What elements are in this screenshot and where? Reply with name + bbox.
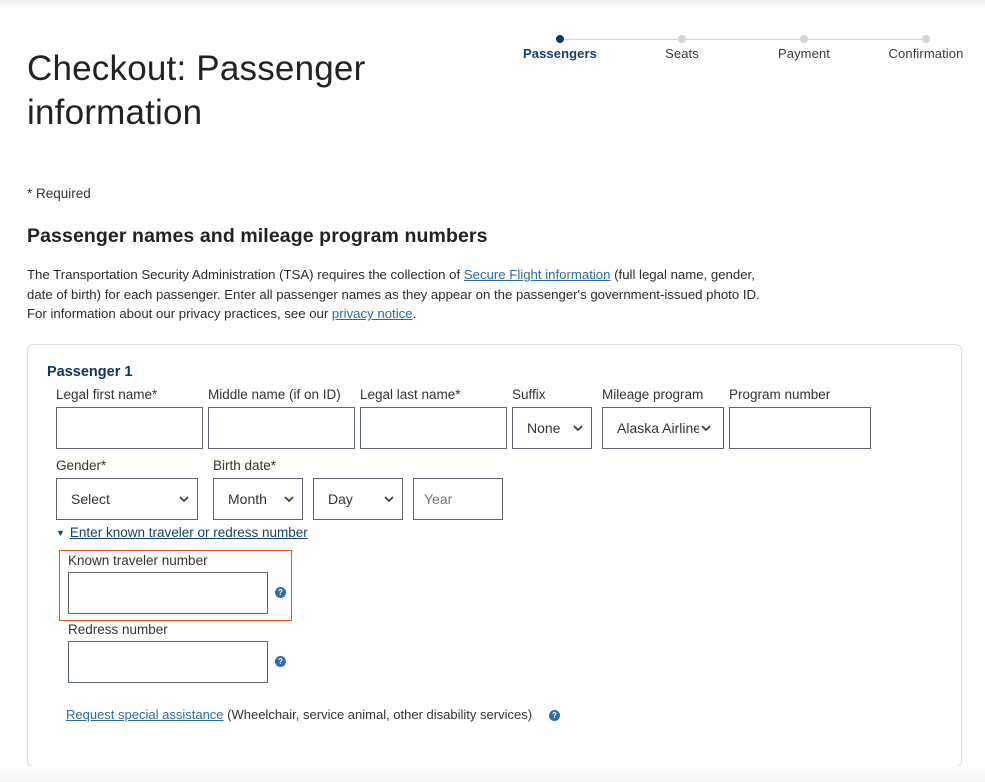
checkout-stepper: Passengers Seats Payment Confirmation xyxy=(515,34,980,64)
gender-selected-value: Select xyxy=(71,491,110,507)
chevron-down-icon xyxy=(282,496,296,502)
program-number-label: Program number xyxy=(729,387,831,402)
birth-day-selected-value: Day xyxy=(328,491,353,507)
special-assistance-row: Request special assistance (Wheelchair, … xyxy=(66,707,532,722)
special-assistance-description: (Wheelchair, service animal, other disab… xyxy=(223,707,533,722)
suffix-selected-value: None xyxy=(527,420,561,436)
passenger-heading: Passenger 1 xyxy=(47,364,133,380)
step-dot-icon xyxy=(678,35,686,43)
birth-month-selected-value: Month xyxy=(228,491,267,507)
step-label: Passengers xyxy=(523,46,597,61)
redress-input[interactable] xyxy=(68,641,268,683)
suffix-label: Suffix xyxy=(512,387,546,402)
step-dot-icon xyxy=(922,35,930,43)
middle-name-input[interactable] xyxy=(208,407,355,449)
birth-date-label: Birth date* xyxy=(213,458,277,473)
birth-day-select[interactable]: Day xyxy=(313,478,403,520)
intro-text: The Transportation Security Administrati… xyxy=(27,267,464,282)
privacy-notice-link[interactable]: privacy notice xyxy=(332,306,413,321)
chevron-down-icon xyxy=(177,496,191,502)
suffix-select[interactable]: None xyxy=(512,407,592,449)
mileage-program-label: Mileage program xyxy=(602,387,704,402)
tsa-intro-paragraph: The Transportation Security Administrati… xyxy=(27,265,777,324)
known-traveler-toggle-label: Enter known traveler or redress number xyxy=(69,525,308,540)
step-label: Payment xyxy=(777,46,830,61)
required-note: * Required xyxy=(27,186,91,201)
birth-year-input[interactable] xyxy=(413,478,503,520)
first-name-input[interactable] xyxy=(56,407,203,449)
step-label: Seats xyxy=(665,46,699,61)
known-traveler-label: Known traveler number xyxy=(68,553,208,568)
step-payment[interactable]: Payment xyxy=(749,34,859,61)
first-name-label: Legal first name* xyxy=(56,387,158,402)
mileage-program-select[interactable]: Alaska Airlines xyxy=(602,407,724,449)
page-title: Checkout: Passenger information xyxy=(27,49,366,132)
gender-label: Gender* xyxy=(56,458,107,473)
bottom-shadow xyxy=(0,766,985,782)
triangle-down-icon: ▼ xyxy=(56,528,65,538)
intro-text: . xyxy=(412,306,417,321)
birth-month-select[interactable]: Month xyxy=(213,478,303,520)
last-name-input[interactable] xyxy=(360,407,507,449)
step-seats[interactable]: Seats xyxy=(627,34,737,61)
step-label: Confirmation xyxy=(888,46,964,61)
section-title: Passenger names and mileage program numb… xyxy=(27,225,488,247)
mileage-program-selected-value: Alaska Airlines xyxy=(617,420,699,436)
known-traveler-help-icon[interactable]: ? xyxy=(275,587,286,598)
chevron-down-icon xyxy=(699,425,713,431)
program-number-input[interactable] xyxy=(729,407,871,449)
chevron-down-icon xyxy=(571,425,585,431)
gender-select[interactable]: Select xyxy=(56,478,198,520)
step-confirmation[interactable]: Confirmation xyxy=(871,34,981,61)
step-dot-icon xyxy=(556,35,564,43)
middle-name-label: Middle name (if on ID) xyxy=(208,387,341,402)
request-special-assistance-link[interactable]: Request special assistance xyxy=(66,707,224,722)
known-traveler-toggle[interactable]: ▼ Enter known traveler or redress number xyxy=(56,525,308,540)
special-assistance-help-icon[interactable]: ? xyxy=(549,710,560,721)
top-shadow xyxy=(0,0,985,10)
chevron-down-icon xyxy=(382,496,396,502)
secure-flight-link[interactable]: Secure Flight information xyxy=(464,267,611,282)
step-passengers[interactable]: Passengers xyxy=(505,34,615,61)
step-dot-icon xyxy=(800,35,808,43)
last-name-label: Legal last name* xyxy=(360,387,461,402)
redress-label: Redress number xyxy=(68,622,168,637)
passenger-card: Passenger 1 Legal first name* Middle nam… xyxy=(27,344,962,767)
redress-help-icon[interactable]: ? xyxy=(275,656,286,667)
known-traveler-input[interactable] xyxy=(68,572,268,614)
